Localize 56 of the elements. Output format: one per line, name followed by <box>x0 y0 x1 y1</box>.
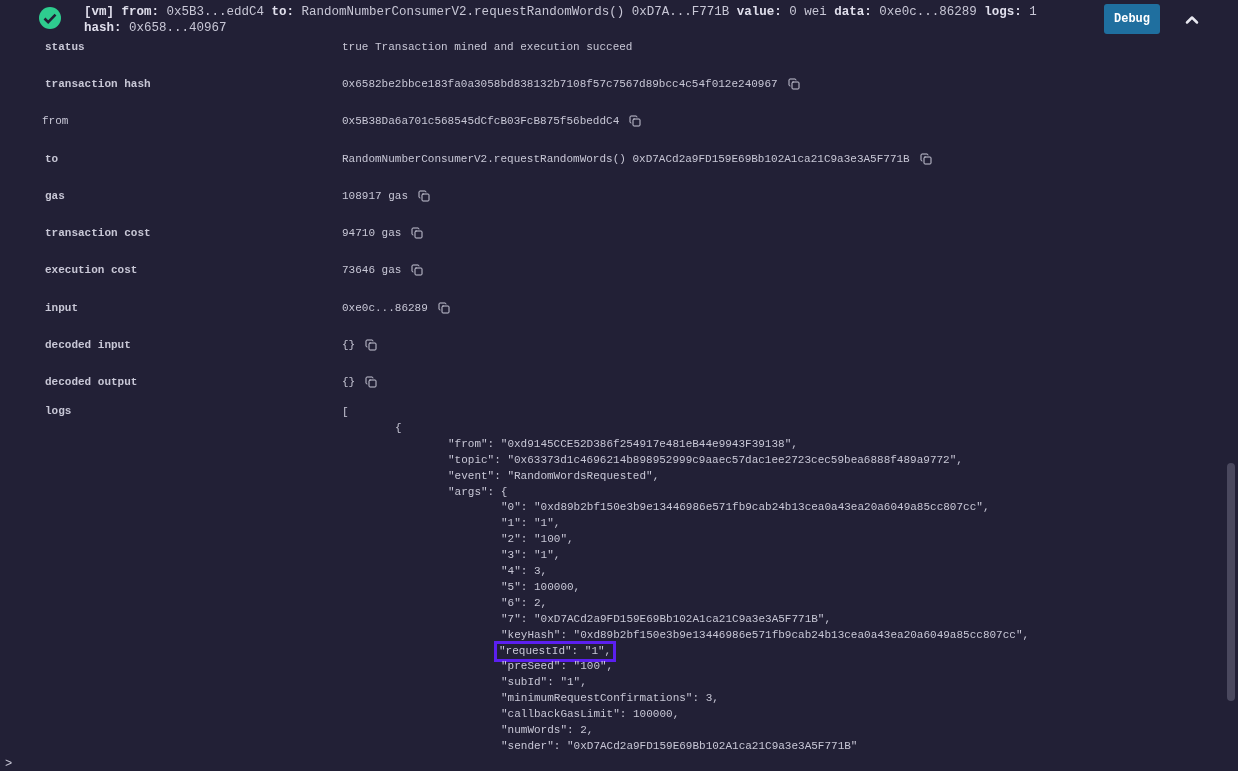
field-value: 108917 gas <box>342 189 408 202</box>
scrollbar[interactable] <box>1227 463 1235 701</box>
field-value: 0x5B38Da6a701c568545dCfcB03FcB875f56beddC4 <box>342 115 620 128</box>
code-line: "subId": "1", <box>501 675 587 691</box>
code-line: "minimumRequestConfirmations": 3, <box>501 691 719 707</box>
field-label: transaction cost <box>44 227 152 240</box>
field-label: transaction hash <box>44 77 152 90</box>
console-prompt: > <box>4 757 14 771</box>
field-value: 0x6582be2bbce183fa0a3058bd838132b7108f57c7567d89bcc4c54f012e240967 <box>342 77 778 90</box>
copy-icon[interactable] <box>787 77 800 90</box>
code-line: "keyHash": "0xd89b2bf150e3b9e13446986e571fb9cab24b13cea0a43ea20a6049a85cc807cc", <box>501 627 1030 643</box>
code-line: "sender": "0xD7ACd2a9FD159E69Bb102A1ca21C9a3e3A5F771B" <box>501 739 858 754</box>
field-value: {} <box>342 339 356 351</box>
code-line: "from": "0xd9145CCE52D386f254917e481eB44e9943F39138", <box>448 436 798 452</box>
highlighted-code-line: "requestId": "1", <box>497 643 614 660</box>
field-value: true Transaction mined and execution succeed <box>342 40 633 53</box>
code-line: "4": 3, <box>501 564 548 580</box>
code-line: "1": "1", <box>501 516 561 532</box>
field-label: decoded output <box>44 376 139 389</box>
code-line: "7": "0xD7ACd2a9FD159E69Bb102A1ca21C9a3e3A5F771B", <box>501 611 832 627</box>
code-line: "args": { <box>448 484 508 500</box>
transaction-summary: [vm] from: 0x5B3...eddC4 to: RandomNumberConsumerV2.requestRandomWords() 0xD7A...F771B value: 0 wei data: 0xe0c...86289 logs: 1 hash: 0x658...40967 <box>84 4 1038 36</box>
copy-icon[interactable] <box>411 227 424 240</box>
field-value: 94710 gas <box>342 227 402 240</box>
field-label: gas <box>44 189 66 202</box>
field-label: from <box>41 115 70 128</box>
copy-icon[interactable] <box>629 115 642 128</box>
field-value: 73646 gas <box>342 264 402 277</box>
code-line: "topic": "0x63373d1c4696214b898952999c9aaec57dac1ee2723cec59bea6888f489a9772", <box>448 452 963 468</box>
code-line: "preSeed": "100", <box>501 659 614 675</box>
copy-icon[interactable] <box>365 339 378 351</box>
copy-icon[interactable] <box>365 376 378 389</box>
field-label: logs <box>44 404 73 417</box>
field-label: status <box>44 40 86 53</box>
field-value: 0xe0c...86289 <box>342 301 428 314</box>
field-label: decoded input <box>44 339 132 351</box>
copy-icon[interactable] <box>418 189 430 202</box>
field-label: input <box>44 301 79 314</box>
code-line: "3": "1", <box>501 548 561 564</box>
field-value: {} <box>342 376 356 389</box>
debug-button[interactable]: Debug <box>1104 4 1160 34</box>
code-line: "2": "100", <box>501 532 574 548</box>
code-line: "0": "0xd89b2bf150e3b9e13446986e571fb9cab24b13cea0a43ea20a6049a85cc807cc", <box>501 500 990 516</box>
field-label: execution cost <box>44 264 139 277</box>
code-line: "callbackGasLimit": 100000, <box>501 707 680 723</box>
code-line: "event": "RandomWordsRequested", <box>448 468 660 484</box>
field-value: RandomNumberConsumerV2.requestRandomWords() 0xD7ACd2a9FD159E69Bb102A1ca21C9a3e3A5F771B <box>342 152 910 165</box>
code-line: "5": 100000, <box>501 579 581 595</box>
code-line: "6": 2, <box>501 595 548 611</box>
code-line: [ <box>342 404 349 420</box>
copy-icon[interactable] <box>919 152 932 165</box>
code-line: { <box>395 420 402 436</box>
field-label: to <box>44 152 60 165</box>
code-line: "numWords": 2, <box>501 723 594 739</box>
copy-icon[interactable] <box>411 264 424 277</box>
copy-icon[interactable] <box>437 301 450 314</box>
